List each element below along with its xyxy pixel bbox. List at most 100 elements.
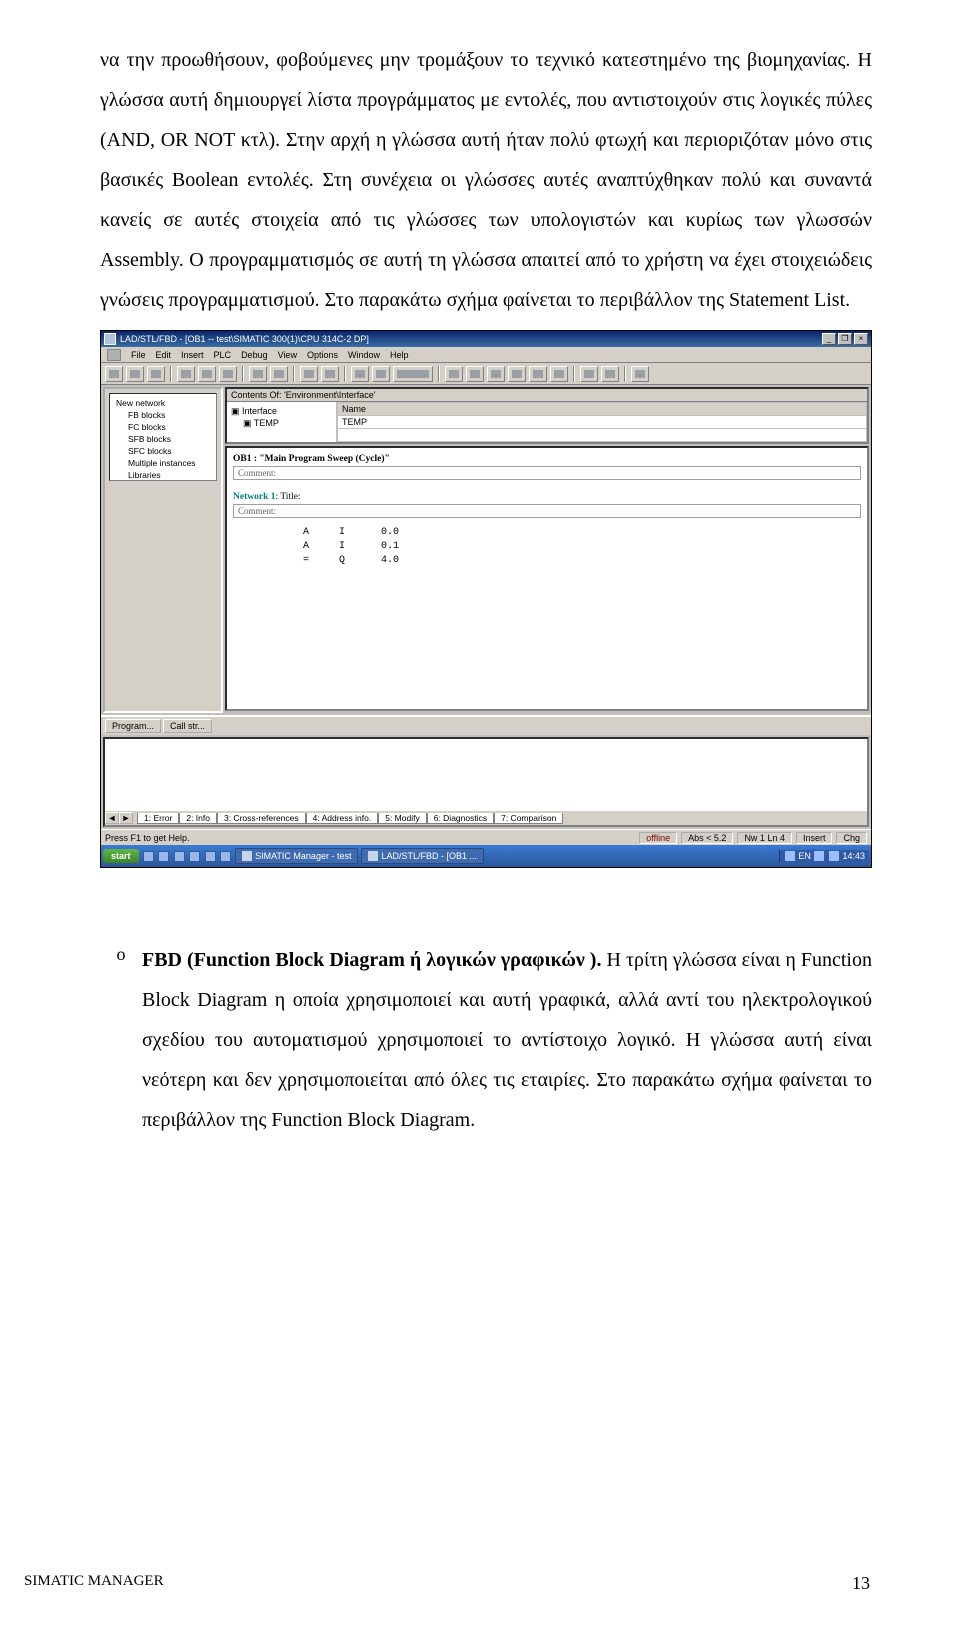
iface-temp[interactable]: TEMP — [254, 418, 279, 428]
tray-icon-2[interactable] — [814, 851, 824, 861]
iface-row-temp[interactable]: TEMP — [338, 416, 867, 429]
menu-debug[interactable]: Debug — [241, 350, 268, 360]
page-number: 13 — [852, 1573, 870, 1594]
ide-screenshot: LAD/STL/FBD - [OB1 -- test\SIMATIC 300(1… — [100, 330, 872, 868]
tray-clock: 14:43 — [842, 851, 865, 861]
ql-icon-2[interactable] — [158, 851, 169, 862]
out-tab-error[interactable]: 1: Error — [137, 813, 179, 824]
tb-copy-icon[interactable] — [198, 366, 216, 382]
task-lad-stl-fbd[interactable]: LAD/STL/FBD - [OB1 ... — [361, 848, 484, 865]
fbd-heading: FBD (Function Block Diagram ή λογικών γρ… — [142, 949, 601, 971]
tree-mi[interactable]: Multiple instances — [112, 457, 214, 469]
status-bar: Press F1 to get Help. offline Abs < 5.2 … — [101, 829, 871, 845]
tb-paste-icon[interactable] — [219, 366, 237, 382]
ql-icon-1[interactable] — [143, 851, 154, 862]
menu-edit[interactable]: Edit — [156, 350, 172, 360]
tb-undo-icon[interactable] — [249, 366, 267, 382]
menu-insert[interactable]: Insert — [181, 350, 204, 360]
code-editor[interactable]: OB1 : "Main Program Sweep (Cycle)" Comme… — [227, 448, 867, 578]
tb-find-icon[interactable] — [601, 366, 619, 382]
window-titlebar: LAD/STL/FBD - [OB1 -- test\SIMATIC 300(1… — [101, 331, 871, 347]
app-icon — [104, 333, 116, 345]
quicklaunch — [142, 850, 233, 861]
tb-insert5-icon[interactable] — [529, 366, 547, 382]
iface-root[interactable]: Interface — [242, 406, 277, 416]
out-tab-compare[interactable]: 7: Comparison — [494, 813, 563, 824]
ql-icon-3[interactable] — [174, 851, 185, 862]
tb-network-icon[interactable] — [351, 366, 369, 382]
out-tab-addr[interactable]: 4: Address info. — [306, 813, 379, 824]
scroll-left-icon[interactable]: ◄ — [105, 812, 119, 824]
iface-col-name: Name — [338, 403, 867, 416]
system-tray: EN 14:43 — [779, 850, 869, 863]
status-pos: Nw 1 Ln 4 — [737, 832, 792, 844]
tb-insert1-icon[interactable] — [445, 366, 463, 382]
tab-program[interactable]: Program... — [105, 719, 161, 733]
tb-goto-icon[interactable] — [580, 366, 598, 382]
output-pane: ◄ ► 1: Error 2: Info 3: Cross-references… — [103, 737, 869, 827]
ob-title-line: OB1 : "Main Program Sweep (Cycle)" — [233, 452, 861, 466]
tb-insert3-icon[interactable] — [487, 366, 505, 382]
minimize-button[interactable]: _ — [822, 333, 836, 345]
tb-cut-icon[interactable] — [177, 366, 195, 382]
menu-options[interactable]: Options — [307, 350, 338, 360]
tb-save-icon[interactable] — [147, 366, 165, 382]
tree-sfc[interactable]: SFC blocks — [112, 445, 214, 457]
menu-window[interactable]: Window — [348, 350, 380, 360]
ql-icon-6[interactable] — [220, 851, 231, 862]
interface-contents-label: Contents Of: 'Environment\Interface' — [231, 390, 863, 400]
tree-sfb[interactable]: SFB blocks — [112, 433, 214, 445]
menu-view[interactable]: View — [278, 350, 297, 360]
tray-lang[interactable]: EN — [798, 851, 811, 861]
out-tab-xref[interactable]: 3: Cross-references — [217, 813, 306, 824]
status-help: Press F1 to get Help. — [105, 833, 190, 843]
tb-view-dropdown[interactable] — [393, 366, 433, 382]
task-simatic-manager[interactable]: SIMATIC Manager - test — [235, 848, 358, 865]
tray-icon-1[interactable] — [785, 851, 795, 861]
network-title-label: : Title: — [275, 492, 300, 502]
out-tab-modify[interactable]: 5: Modify — [378, 813, 427, 824]
ql-icon-5[interactable] — [205, 851, 216, 862]
tb-block-icon[interactable] — [372, 366, 390, 382]
tb-redo-icon[interactable] — [270, 366, 288, 382]
close-button[interactable]: × — [854, 333, 868, 345]
tree-root[interactable]: New network — [112, 397, 214, 409]
body-paragraph-2: FBD (Function Block Diagram ή λογικών γρ… — [142, 940, 872, 1140]
menu-plc[interactable]: PLC — [214, 350, 232, 360]
status-connection: offline — [639, 832, 677, 844]
iface-row-empty[interactable] — [338, 429, 867, 442]
network-label[interactable]: Network 1 — [233, 492, 275, 502]
tb-download-icon[interactable] — [300, 366, 318, 382]
tb-monitor-icon[interactable] — [321, 366, 339, 382]
menu-file[interactable]: File — [131, 350, 146, 360]
tb-new-icon[interactable] — [105, 366, 123, 382]
status-abs: Abs < 5.2 — [681, 832, 733, 844]
menu-bar: File Edit Insert PLC Debug View Options … — [101, 347, 871, 363]
tb-insert4-icon[interactable] — [508, 366, 526, 382]
tree-fb[interactable]: FB blocks — [112, 409, 214, 421]
tb-insert6-icon[interactable] — [550, 366, 568, 382]
ql-icon-4[interactable] — [189, 851, 200, 862]
tb-open-icon[interactable] — [126, 366, 144, 382]
window-title: LAD/STL/FBD - [OB1 -- test\SIMATIC 300(1… — [120, 334, 369, 344]
scroll-right-icon[interactable]: ► — [119, 812, 133, 824]
tb-help-icon[interactable] — [631, 366, 649, 382]
tb-insert2-icon[interactable] — [466, 366, 484, 382]
ob-comment-field[interactable]: Comment: — [233, 466, 861, 480]
iface-table: Name TEMP — [337, 402, 867, 442]
out-tab-info[interactable]: 2: Info — [179, 813, 217, 824]
network-comment-field[interactable]: Comment: — [233, 504, 861, 518]
maximize-button[interactable]: ❐ — [838, 333, 852, 345]
menu-help[interactable]: Help — [390, 350, 409, 360]
tree-lib[interactable]: Libraries — [112, 469, 214, 481]
project-tree[interactable]: New network FB blocks FC blocks SFB bloc… — [109, 393, 217, 481]
tray-icon-3[interactable] — [829, 851, 839, 861]
start-button[interactable]: start — [103, 849, 139, 863]
tab-callstr[interactable]: Call str... — [163, 719, 212, 733]
left-tabs-bar: Program... Call str... — [101, 715, 871, 735]
os-taskbar: start SIMATIC Manager - test LAD/STL/FBD… — [101, 845, 871, 867]
out-tab-diag[interactable]: 6: Diagnostics — [427, 813, 494, 824]
tree-fc[interactable]: FC blocks — [112, 421, 214, 433]
project-tree-pane: New network FB blocks FC blocks SFB bloc… — [103, 387, 223, 713]
stl-code[interactable]: A I 0.0 A I 0.1 = Q 4.0 — [233, 522, 861, 574]
